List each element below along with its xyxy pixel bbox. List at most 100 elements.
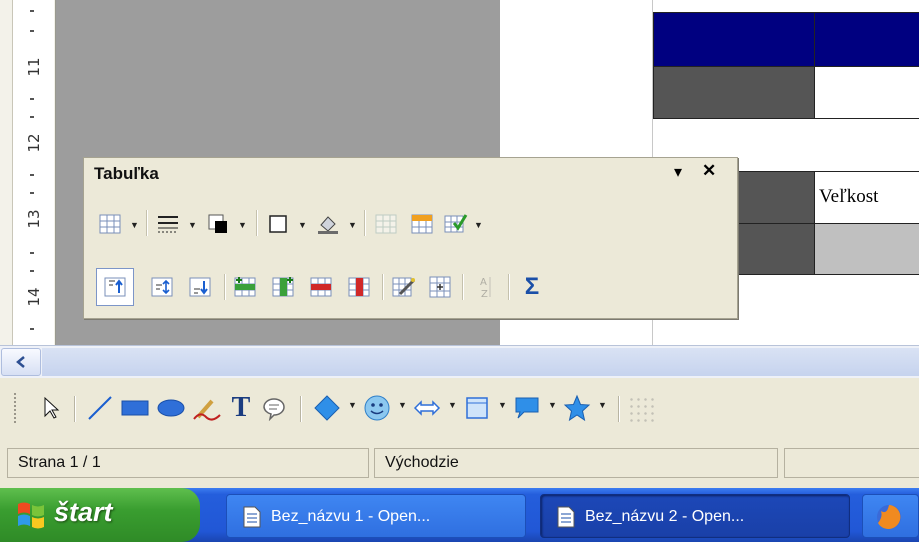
vertical-ruler[interactable]: 11 12 13 14 xyxy=(0,0,56,345)
table-cell[interactable]: Veľkost xyxy=(814,171,919,224)
start-button[interactable]: štart xyxy=(0,488,200,542)
cell-properties-icon[interactable] xyxy=(424,271,456,303)
toolbar-separator xyxy=(74,396,76,422)
dropdown-arrow-icon[interactable]: ▼ xyxy=(498,400,507,410)
autoformat-icon[interactable] xyxy=(440,208,472,240)
svg-text:Z: Z xyxy=(481,289,488,299)
toolbar-separator xyxy=(462,274,464,300)
svg-text:A: A xyxy=(480,277,487,288)
toolbar-menu-icon[interactable]: ▾ xyxy=(674,162,682,182)
table-cell[interactable] xyxy=(814,66,919,119)
stars-icon[interactable] xyxy=(560,392,594,424)
flowchart-icon[interactable] xyxy=(460,392,494,424)
dropdown-arrow-icon[interactable]: ▼ xyxy=(398,400,407,410)
ruler-tick xyxy=(30,328,34,330)
table-cell[interactable] xyxy=(814,223,919,275)
horizontal-scrollbar[interactable] xyxy=(0,345,919,378)
table-toolbar: Tabuľka ▾ ✕ ▼ ▼ ▼ ▼ ▼ ▼ A Z Σ xyxy=(83,157,738,319)
ruler-tick xyxy=(30,192,34,194)
close-icon[interactable]: ✕ xyxy=(702,161,716,181)
start-label: štart xyxy=(54,497,113,527)
toolbar-separator xyxy=(382,274,384,300)
dropdown-arrow-icon[interactable]: ▼ xyxy=(474,220,483,230)
toolbar-separator xyxy=(618,396,620,422)
dropdown-arrow-icon[interactable]: ▼ xyxy=(188,220,197,230)
scrollbar-track[interactable] xyxy=(42,348,919,376)
dropdown-arrow-icon[interactable]: ▼ xyxy=(598,400,607,410)
merge-cells-icon[interactable] xyxy=(370,208,402,240)
ruler-label: 13 xyxy=(25,209,43,229)
insert-rows-icon[interactable] xyxy=(230,271,262,303)
status-panel xyxy=(784,448,919,478)
toolbar-separator xyxy=(508,274,510,300)
ruler-label: 12 xyxy=(25,133,43,153)
table-cell[interactable] xyxy=(653,66,815,119)
ruler-tick xyxy=(30,30,34,32)
ruler-label: 14 xyxy=(25,287,43,307)
ellipse-icon[interactable] xyxy=(154,392,188,424)
freeform-icon[interactable] xyxy=(190,392,224,424)
border-style-icon[interactable] xyxy=(152,208,184,240)
block-arrows-icon[interactable] xyxy=(410,392,444,424)
callouts-icon[interactable] xyxy=(510,392,544,424)
border-color-icon[interactable] xyxy=(202,208,234,240)
dropdown-arrow-icon[interactable]: ▼ xyxy=(448,400,457,410)
table-header-cell[interactable] xyxy=(814,12,919,67)
toolbar-separator xyxy=(364,210,366,236)
ruler-tick xyxy=(30,174,34,176)
cell-text: Veľkost xyxy=(819,186,879,207)
delete-columns-icon[interactable] xyxy=(344,271,376,303)
taskbar-button-doc1[interactable]: Bez_názvu 1 - Open... xyxy=(226,494,526,538)
table-header-cell[interactable] xyxy=(653,12,815,67)
basic-shapes-icon[interactable] xyxy=(310,392,344,424)
borders-icon[interactable] xyxy=(262,208,294,240)
table-icon[interactable] xyxy=(94,208,126,240)
dropdown-arrow-icon[interactable]: ▼ xyxy=(130,220,139,230)
document-icon xyxy=(243,506,261,528)
windows-logo-icon xyxy=(18,502,44,529)
line-icon[interactable] xyxy=(84,392,116,424)
taskbar-button-firefox[interactable] xyxy=(862,494,919,538)
scroll-left-button[interactable] xyxy=(1,348,41,376)
sum-icon[interactable]: Σ xyxy=(516,271,548,303)
document-icon xyxy=(557,506,575,528)
background-color-icon[interactable] xyxy=(312,208,344,240)
symbol-shapes-icon[interactable] xyxy=(360,392,394,424)
points-icon[interactable] xyxy=(628,396,658,422)
align-center-icon[interactable] xyxy=(146,271,178,303)
dropdown-arrow-icon[interactable]: ▼ xyxy=(548,400,557,410)
page-style[interactable]: Východzie xyxy=(374,448,778,478)
align-bottom-icon[interactable] xyxy=(184,271,216,303)
task-label: Bez_názvu 1 - Open... xyxy=(271,508,431,525)
align-top-icon[interactable] xyxy=(96,268,134,306)
toolbar-separator xyxy=(256,210,258,236)
dropdown-arrow-icon[interactable]: ▼ xyxy=(348,220,357,230)
select-icon[interactable] xyxy=(36,392,66,424)
ruler-tick xyxy=(30,10,34,12)
task-label: Bez_názvu 2 - Open... xyxy=(585,508,745,525)
text-icon[interactable]: T xyxy=(226,392,256,424)
split-cells-icon[interactable] xyxy=(406,208,438,240)
dropdown-arrow-icon[interactable]: ▼ xyxy=(348,400,357,410)
ruler-tick xyxy=(30,270,34,272)
table-toolbar-title: Tabuľka xyxy=(94,164,159,183)
ruler-tick xyxy=(30,98,34,100)
toolbar-grip[interactable] xyxy=(14,393,20,423)
ruler-tick xyxy=(30,252,34,254)
toolbar-separator xyxy=(300,396,302,422)
table-properties-icon[interactable] xyxy=(388,271,420,303)
taskbar-button-doc2[interactable]: Bez_názvu 2 - Open... xyxy=(540,494,850,538)
sort-icon[interactable]: AZ xyxy=(470,271,502,303)
toolbar-separator xyxy=(224,274,226,300)
ruler-label: 11 xyxy=(25,57,43,77)
rectangle-icon[interactable] xyxy=(118,392,152,424)
ruler-tick xyxy=(30,116,34,118)
firefox-icon xyxy=(877,505,901,529)
toolbar-separator xyxy=(146,210,148,236)
insert-columns-icon[interactable] xyxy=(268,271,300,303)
page-indicator: Strana 1 / 1 xyxy=(7,448,369,478)
callout-icon[interactable] xyxy=(258,392,290,424)
delete-rows-icon[interactable] xyxy=(306,271,338,303)
dropdown-arrow-icon[interactable]: ▼ xyxy=(298,220,307,230)
dropdown-arrow-icon[interactable]: ▼ xyxy=(238,220,247,230)
